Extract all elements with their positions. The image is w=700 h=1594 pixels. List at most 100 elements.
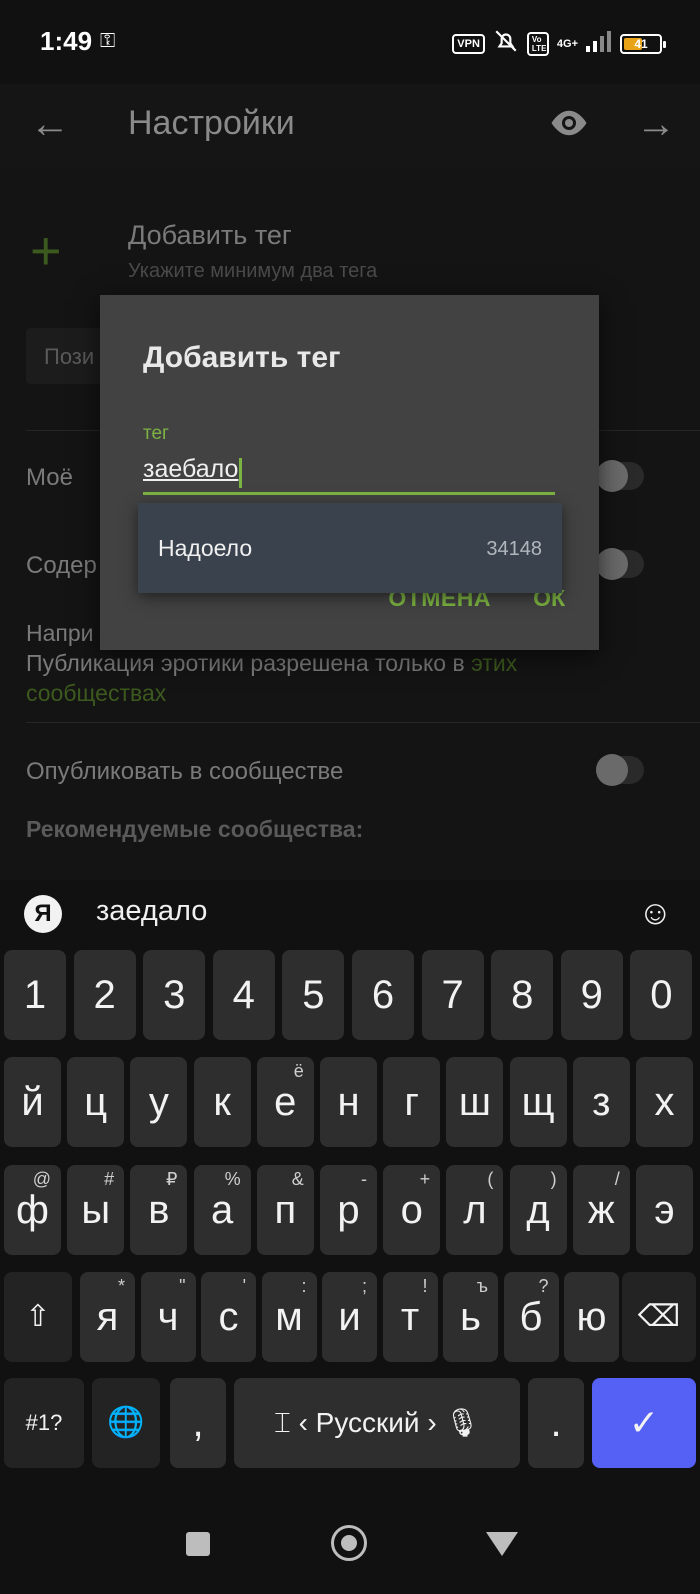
key-5[interactable]: 5 xyxy=(282,950,345,1040)
key-н[interactable]: н xyxy=(320,1057,377,1147)
yandex-logo-icon[interactable]: Я xyxy=(24,895,62,933)
note-line: Публикация эротики разрешена только в xyxy=(26,650,465,676)
page-title: Настройки xyxy=(128,104,295,142)
key-alt-label: ! xyxy=(422,1276,428,1296)
key-ч[interactable]: ч " xyxy=(140,1272,196,1362)
key-к[interactable]: к xyxy=(193,1057,251,1147)
key-8[interactable]: 8 xyxy=(491,950,554,1040)
tag-suggestion-item[interactable]: Надоело 34148 xyxy=(138,503,562,593)
comma-key[interactable]: , xyxy=(170,1378,226,1468)
key-е[interactable]: её xyxy=(256,1057,314,1147)
key-ж[interactable]: ж / xyxy=(572,1165,630,1255)
key-с[interactable]: с ' xyxy=(201,1272,256,1362)
navigation-bar xyxy=(0,1504,700,1594)
suggestion-text: Надоело xyxy=(158,535,253,561)
vpn-badge: VPN xyxy=(452,33,485,54)
back-arrow-icon[interactable]: ← xyxy=(30,102,70,147)
app-bar: ← Настройки → xyxy=(0,84,700,168)
key-alt-label: ? xyxy=(538,1276,549,1296)
key-о[interactable]: о + xyxy=(383,1165,441,1255)
content-label: Содер xyxy=(26,552,97,579)
key-ь[interactable]: ьъ xyxy=(443,1272,498,1362)
key-э[interactable]: э xyxy=(636,1165,693,1255)
forward-arrow-icon[interactable]: → xyxy=(636,102,676,147)
key-alt-label: @ xyxy=(32,1169,51,1189)
key-р[interactable]: р- xyxy=(320,1165,377,1255)
key-1[interactable]: 1 xyxy=(4,950,66,1040)
dialog-title: Добавить тег xyxy=(143,341,341,374)
mic-icon: › 🎙 xyxy=(419,1407,481,1438)
divider xyxy=(26,722,700,723)
back-triangle-icon[interactable] xyxy=(486,1532,518,1556)
key-6[interactable]: 6 xyxy=(352,950,414,1040)
key-alt-label: * xyxy=(117,1276,125,1296)
key-щ[interactable]: щ xyxy=(509,1057,567,1147)
backspace-icon[interactable]: ⌫ xyxy=(622,1272,696,1362)
content-toggle[interactable] xyxy=(596,548,644,580)
tag-input[interactable]: заебало xyxy=(143,455,555,495)
key-д[interactable]: д) xyxy=(509,1165,567,1255)
my-toggle[interactable] xyxy=(596,460,644,492)
key-ф[interactable]: ф @ xyxy=(4,1165,61,1255)
key-alt-label: # xyxy=(104,1169,115,1189)
communities-link-part1[interactable]: этих xyxy=(471,650,517,676)
key-ю[interactable]: ю xyxy=(564,1272,619,1362)
key-4[interactable]: 4 xyxy=(212,950,275,1040)
key-9[interactable]: 9 xyxy=(560,950,623,1040)
suggestion-count: 34148 xyxy=(486,538,542,560)
keyboard-suggestion-bar: Я заедало ☺ xyxy=(0,880,700,950)
key-ш[interactable]: ш xyxy=(446,1057,504,1147)
recents-icon[interactable] xyxy=(186,1532,210,1556)
add-tag-subtitle: Укажите минимум два тега xyxy=(128,260,378,282)
check-icon[interactable]: ✓ xyxy=(592,1378,696,1468)
key-0[interactable]: 0 xyxy=(630,950,693,1040)
key-п[interactable]: п & xyxy=(256,1165,314,1255)
communities-link-part2[interactable]: сообществах xyxy=(26,678,666,708)
eye-icon[interactable] xyxy=(548,102,590,149)
key-й[interactable]: й xyxy=(4,1057,61,1147)
keyboard: Я заедало ☺ 1 2 3 4 5 6 7 8 9 0 й ц у к е ё н г ш щ з х ф @ ы # в ₽… xyxy=(0,880,700,1504)
shift-icon[interactable]: ⇧ xyxy=(4,1272,72,1362)
add-tag-dialog: Добавить тег тег заебало ОТМЕНА ОК xyxy=(100,295,599,650)
signal-icon xyxy=(586,30,612,57)
key-alt-label: & xyxy=(291,1169,304,1189)
key-ц[interactable]: ц xyxy=(67,1057,125,1147)
plus-icon[interactable]: + xyxy=(30,224,62,278)
key-ы[interactable]: ы # xyxy=(67,1165,125,1255)
key-я[interactable]: я * xyxy=(80,1272,135,1362)
symbols-key[interactable]: #1? xyxy=(4,1378,84,1468)
key-б[interactable]: б? xyxy=(503,1272,559,1362)
tag-input-value: заебало xyxy=(143,455,239,483)
emoji-icon[interactable]: ☺ xyxy=(638,894,673,933)
cursor-move-icon: ⌶ ‹ xyxy=(273,1407,316,1438)
globe-icon[interactable]: 🌐 xyxy=(92,1378,160,1468)
key-м[interactable]: м: xyxy=(261,1272,317,1362)
key-icon: ⚿ xyxy=(100,30,116,52)
space-language-label: Русский xyxy=(315,1407,420,1438)
key-з[interactable]: з xyxy=(572,1057,630,1147)
key-х[interactable]: х xyxy=(636,1057,693,1147)
network-type: 4G+ xyxy=(556,37,578,50)
key-г[interactable]: г xyxy=(383,1057,441,1147)
key-alt-label: ( xyxy=(487,1169,494,1189)
key-alt-label: ё xyxy=(293,1061,304,1081)
key-3[interactable]: 3 xyxy=(143,950,206,1040)
key-7[interactable]: 7 xyxy=(421,950,484,1040)
key-alt-label: + xyxy=(419,1169,431,1189)
key-в[interactable]: в ₽ xyxy=(130,1165,188,1255)
home-icon[interactable] xyxy=(331,1525,367,1561)
publish-toggle[interactable] xyxy=(596,754,644,786)
period-key[interactable]: . xyxy=(528,1378,584,1468)
key-alt-label: / xyxy=(614,1169,620,1189)
key-и[interactable]: и; xyxy=(322,1272,377,1362)
add-tag-title[interactable]: Добавить тег xyxy=(128,220,292,251)
space-key[interactable]: ⌶ ‹ Русский › 🎙 xyxy=(234,1378,520,1468)
status-time: 1:49 xyxy=(40,26,93,56)
key-а[interactable]: а% xyxy=(193,1165,251,1255)
key-т[interactable]: т! xyxy=(382,1272,438,1362)
keyboard-suggestion[interactable]: заедало xyxy=(96,895,207,928)
publish-label: Опубликовать в сообществе xyxy=(26,758,344,785)
key-л[interactable]: л( xyxy=(446,1165,504,1255)
key-у[interactable]: у xyxy=(130,1057,188,1147)
key-2[interactable]: 2 xyxy=(73,950,136,1040)
